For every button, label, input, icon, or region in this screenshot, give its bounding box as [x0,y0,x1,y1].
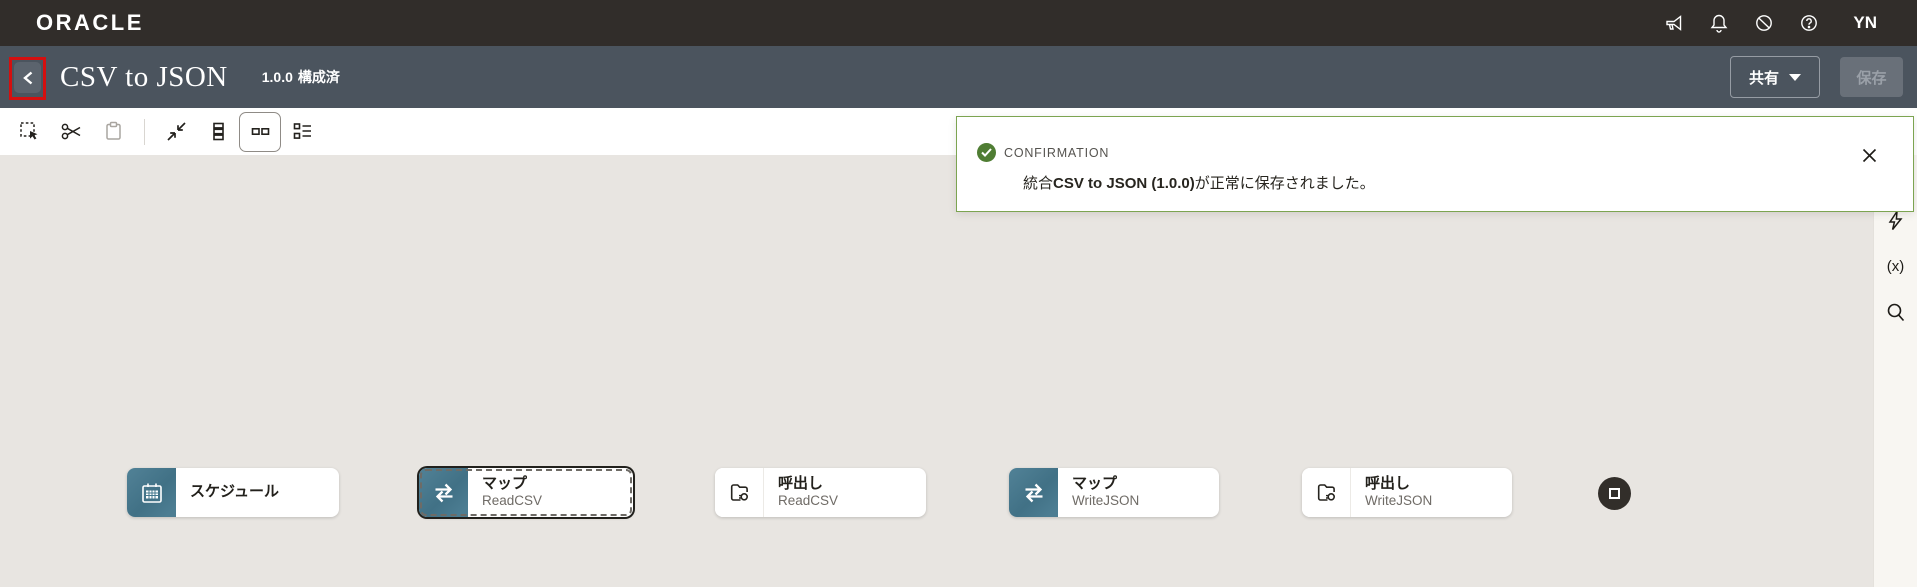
node-text: マップ ReadCSV [468,468,542,517]
bolt-icon [1886,210,1905,231]
flow-node-map-writejson[interactable]: マップ WriteJSON [1009,468,1219,517]
node-text: マップ WriteJSON [1058,468,1139,517]
toast-message-bold: CSV to JSON (1.0.0) [1053,175,1195,192]
slash-circle-icon[interactable] [1753,12,1775,34]
flow-node-end[interactable] [1598,477,1631,510]
oracle-logo: ORACLE [36,10,144,36]
paste-button[interactable] [92,112,134,152]
page-title: CSV to JSON [60,61,228,94]
horizontal-layout-icon [249,120,272,143]
vertical-layout-button[interactable] [197,112,239,152]
node-title: マップ [482,475,542,494]
integration-header: CSV to JSON 1.0.0 構成済 共有 保存 [0,46,1917,108]
toast-type-label: CONFIRMATION [1004,146,1109,160]
megaphone-icon[interactable] [1663,12,1685,34]
outline-view-icon [291,120,314,143]
variables-button[interactable]: (x) [1882,253,1910,279]
status-label: 構成済 [298,69,340,85]
flow-node-invoke-writejson[interactable]: 呼出し WriteJSON [1302,468,1512,517]
topbar-actions: YN [1663,12,1917,34]
save-button[interactable]: 保存 [1840,57,1903,97]
chevron-left-icon [22,71,34,85]
flow-node-schedule[interactable]: スケジュール [127,468,339,517]
toast-header: CONFIRMATION [977,143,1887,162]
toast-message: 統合CSV to JSON (1.0.0)が正常に保存されました。 [1023,172,1887,193]
calendar-icon [127,468,176,517]
share-button[interactable]: 共有 [1730,56,1820,98]
toast-message-suffix: が正常に保存されました。 [1195,175,1375,192]
node-subtitle: WriteJSON [1072,493,1139,510]
bell-icon[interactable] [1708,12,1730,34]
collapse-arrows-icon [165,120,188,143]
search-icon [1886,302,1905,323]
marquee-select-button[interactable] [8,112,50,152]
header-actions: 共有 保存 [1730,56,1917,98]
confirmation-toast: CONFIRMATION 統合CSV to JSON (1.0.0)が正常に保存… [956,116,1914,212]
collapse-arrows-button[interactable] [155,112,197,152]
global-top-bar: ORACLE YN [0,0,1917,46]
share-button-label: 共有 [1749,67,1779,88]
node-subtitle: WriteJSON [1365,493,1432,510]
toolbar-divider [144,119,145,145]
flow-node-map-readcsv[interactable]: マップ ReadCSV [419,468,633,517]
success-check-icon [977,143,996,162]
node-title: マップ [1072,475,1139,494]
map-icon [419,468,468,517]
close-icon[interactable] [1859,145,1879,165]
back-button[interactable] [14,62,41,93]
node-text: スケジュール [176,468,279,517]
scissors-icon [60,120,83,143]
node-title: スケジュール [190,483,279,502]
node-subtitle: ReadCSV [482,493,542,510]
node-text: 呼出し WriteJSON [1351,468,1432,517]
invoke-icon [1302,468,1351,517]
node-subtitle: ReadCSV [778,493,838,510]
marquee-select-icon [18,120,41,143]
outline-view-button[interactable] [281,112,323,152]
invoke-icon [715,468,764,517]
version-status: 1.0.0 構成済 [262,67,340,87]
node-title: 呼出し [778,475,838,494]
flow-node-invoke-readcsv[interactable]: 呼出し ReadCSV [715,468,926,517]
search-button[interactable] [1882,299,1910,325]
horizontal-layout-button[interactable] [239,112,281,152]
chevron-down-icon [1789,74,1801,81]
node-text: 呼出し ReadCSV [764,468,838,517]
cut-button[interactable] [50,112,92,152]
node-title: 呼出し [1365,475,1432,494]
toast-message-prefix: 統合 [1023,175,1053,192]
flow-canvas[interactable]: スケジュール マップ ReadCSV 呼出し [0,155,1917,587]
stop-icon [1609,488,1620,499]
vertical-layout-icon [207,120,230,143]
side-rail: (x) [1873,155,1917,587]
version-number: 1.0.0 [262,69,293,85]
clipboard-icon [102,120,125,143]
map-icon [1009,468,1058,517]
help-icon[interactable] [1798,12,1820,34]
user-avatar[interactable]: YN [1853,13,1877,33]
